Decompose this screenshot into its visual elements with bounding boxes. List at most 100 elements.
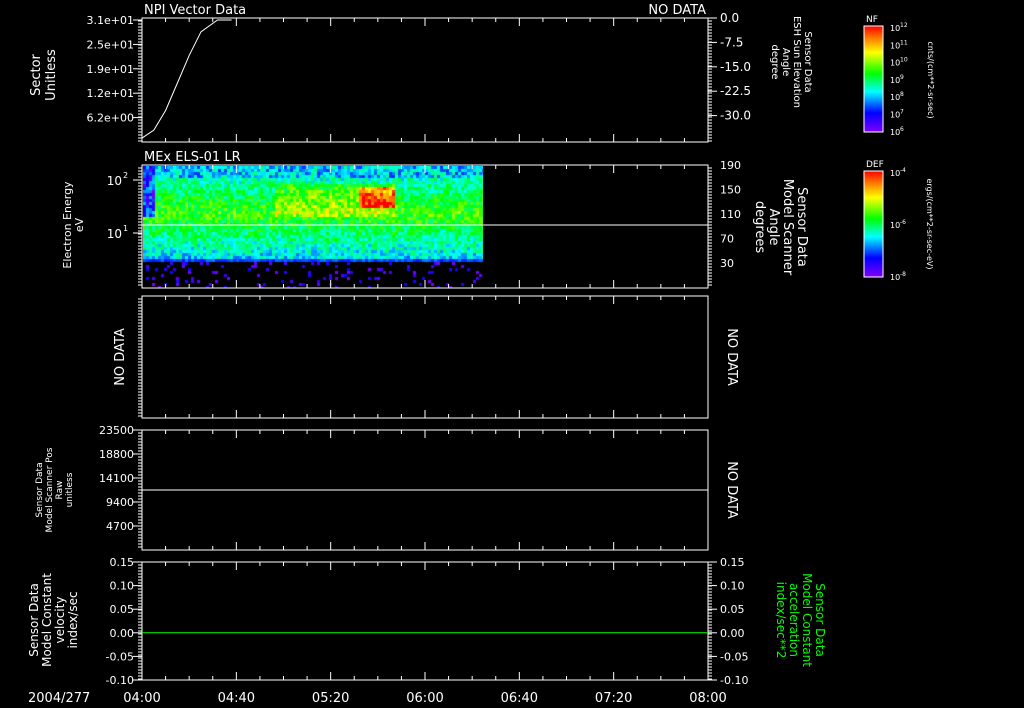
- panel1-frame: [141, 17, 709, 143]
- x-axis-date: 2004/277: [28, 691, 90, 706]
- panel1-y2label-line3: Angle: [780, 48, 791, 76]
- colorbar-nf-tick-label: 10: [890, 59, 900, 68]
- colorbar-nf-label: NF: [866, 15, 878, 25]
- panel5-y2tick-label: -0.05: [720, 650, 748, 663]
- panel5-ytick-label: -0.10: [106, 674, 134, 687]
- panel4-ytick-label: 4700: [106, 520, 134, 533]
- panel1-ylabel-line1: Sector: [29, 53, 44, 95]
- colorbar-def: [863, 170, 884, 278]
- colorbar-def-tick-exp: -8: [900, 271, 906, 278]
- panel5-y2tick-label: 0.05: [720, 603, 745, 616]
- panel2-y2label-line1: Sensor Data: [794, 187, 809, 267]
- panel5-ytick-label: 0.10: [110, 580, 135, 593]
- colorbar-nf-tick-label: 10: [890, 128, 900, 137]
- panel1-ytick-label: 1.9e+01: [87, 63, 134, 76]
- panel5-y2label-line2: Model Constant: [800, 573, 814, 667]
- colorbar-def-label: DEF: [866, 160, 884, 170]
- panel5-frame: [141, 561, 709, 681]
- x-tick-label: 06:00: [406, 691, 443, 706]
- colorbar-def-units: ergs/(cm**2-sr-sec-eV): [925, 178, 934, 269]
- panel4-ylabel-line1: Sensor Data: [35, 462, 45, 517]
- panel5-ytick-label: -0.05: [106, 650, 134, 663]
- panel2-ytick-exponent: 1: [123, 224, 128, 233]
- panel3-left-no-data: NO DATA: [113, 328, 128, 386]
- panel1-ytick-label: 3.1e+01: [87, 14, 134, 27]
- panel5-y2tick-label: 0.15: [720, 556, 745, 569]
- panel2-y2tick-label: 70: [720, 233, 734, 246]
- panel1-y2label-line1: Sensor Data: [802, 31, 813, 92]
- panel5-ylabel-line4: index/sec: [66, 591, 80, 648]
- panel4-ytick-label: 18800: [99, 448, 134, 461]
- panel4-ylabel-line3: Raw: [55, 481, 65, 500]
- panel1-ylabel-line2: Unitless: [44, 49, 59, 101]
- panel3-right-no-data: NO DATA: [724, 328, 739, 386]
- panel3-frame: [141, 295, 709, 419]
- panel1-ytick-label: 6.2e+00: [87, 112, 134, 125]
- panel2-title: MEx ELS-01 LR: [144, 150, 241, 165]
- panel2-frame: [141, 164, 709, 289]
- colorbar-nf-tick-label: 10: [890, 41, 900, 50]
- panel4-right-no-data: NO DATA: [724, 461, 739, 519]
- panel1-sector-line: [141, 19, 232, 139]
- panel2-y2tick-label: 110: [720, 208, 741, 221]
- colorbar-nf-units: cnts/(cm**2-sr-sec): [926, 41, 935, 118]
- panel4-ytick-label: 23500: [99, 424, 134, 437]
- panel5-y2label-line1: Sensor Data: [813, 583, 827, 657]
- colorbar-nf-tick-exp: 11: [900, 39, 908, 46]
- colorbar-nf-tick-exp: 10: [900, 57, 908, 64]
- panel1-y2label-line4: degree: [769, 44, 780, 79]
- panel2-y2label-line4: degrees: [752, 201, 767, 254]
- x-tick-label: 07:20: [595, 691, 632, 706]
- plot-canvas: NPI Vector Data NO DATA Sector Unitless …: [27, 3, 935, 706]
- x-tick-label: 04:40: [218, 691, 255, 706]
- panel1-y2tick-label: -22.5: [720, 84, 751, 98]
- x-tick-label: 04:00: [123, 691, 160, 706]
- panel5-y2tick-label: 0.00: [720, 627, 745, 640]
- colorbar-nf-tick-exp: 12: [900, 22, 908, 29]
- panel5-ylabel-line1: Sensor Data: [27, 583, 41, 657]
- panel5-y2tick-label: -0.10: [720, 674, 748, 687]
- colorbar-def-tick-exp: -4: [900, 167, 906, 174]
- panel4-ytick-label: 9400: [106, 496, 134, 509]
- panel1-y2tick-label: -30.0: [720, 109, 751, 123]
- panel2-y2label-line3: Angle: [766, 209, 781, 246]
- colorbar-nf: [863, 25, 884, 133]
- colorbar-def-tick-label: 10: [890, 221, 900, 230]
- panel1-status: NO DATA: [648, 3, 706, 18]
- panel1-y2label-line2: ESH Sun Elevation: [791, 16, 802, 108]
- panel1-ytick-label: 2.5e+01: [87, 38, 134, 51]
- panel5-ytick-label: 0.15: [110, 556, 135, 569]
- colorbar-nf-tick-exp: 9: [900, 74, 904, 81]
- panel2-ytick-exponent: 2: [123, 171, 128, 180]
- colorbar-nf-tick-label: 10: [890, 76, 900, 85]
- panel4-ylabel-line2: Model Scanner Pos: [45, 447, 55, 532]
- panel5-ytick-label: 0.00: [110, 627, 135, 640]
- panel2-ytick-label: 10: [107, 227, 122, 241]
- panel5-ytick-label: 0.05: [110, 603, 135, 616]
- panel1-title: NPI Vector Data: [144, 3, 246, 18]
- panel5-ylabel-line2: Model Constant: [40, 573, 54, 667]
- panel2-ytick-label: 10: [107, 174, 122, 188]
- colorbar-nf-tick-label: 10: [890, 111, 900, 120]
- colorbar-nf-tick-exp: 6: [900, 126, 904, 133]
- panel1-y2tick-label: 0.0: [720, 11, 739, 25]
- panel2-y2label-line2: Model Scanner: [780, 179, 795, 276]
- panel2-y2tick-label: 190: [720, 159, 741, 172]
- panel5-y2label-line4: index/sec**2: [774, 582, 788, 659]
- panel2-y2tick-label: 150: [720, 184, 741, 197]
- panel5-y2label-line3: acceleration: [787, 583, 801, 657]
- panel5-y2tick-label: 0.10: [720, 580, 745, 593]
- panel5-ylabel-line3: velocity: [53, 597, 67, 644]
- panel4-ytick-label: 14100: [99, 472, 134, 485]
- panel1-y2tick-label: -15.0: [720, 60, 751, 74]
- colorbar-def-tick-label: 10: [890, 273, 900, 282]
- panel2-ylabel-line2: eV: [73, 217, 86, 232]
- panel4-ylabel-line4: unitless: [65, 472, 75, 507]
- panel1-ytick-label: 1.2e+01: [87, 87, 134, 100]
- x-tick-label: 08:00: [689, 691, 726, 706]
- colorbar-nf-tick-label: 10: [890, 93, 900, 102]
- colorbar-nf-tick-exp: 7: [900, 109, 904, 116]
- panel2-y2tick-label: 30: [720, 257, 734, 270]
- x-tick-label: 05:20: [312, 691, 349, 706]
- colorbar-def-tick-label: 10: [890, 169, 900, 178]
